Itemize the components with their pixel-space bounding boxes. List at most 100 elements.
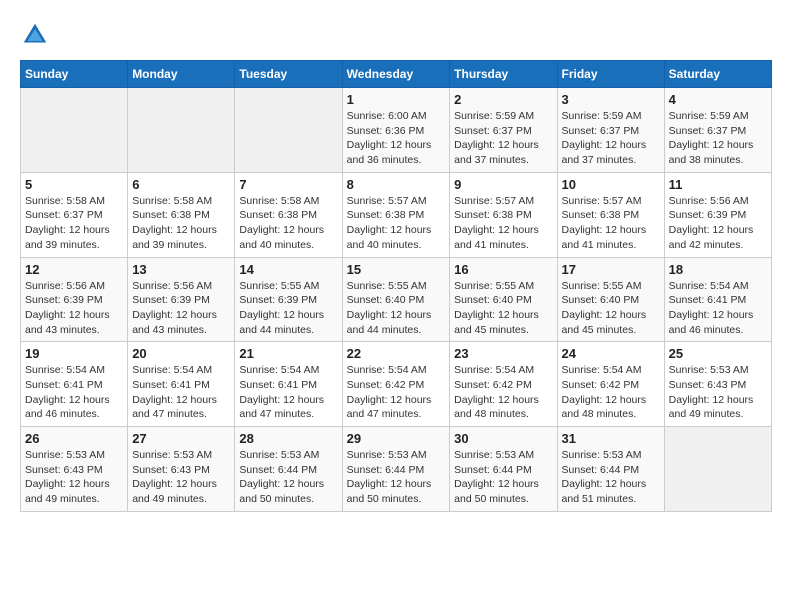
- calendar-cell: 11 Sunrise: 5:56 AMSunset: 6:39 PMDayligh…: [664, 172, 771, 257]
- day-info: Sunrise: 5:55 AMSunset: 6:40 PMDaylight:…: [454, 279, 552, 338]
- day-number: 17: [562, 262, 660, 277]
- day-number: 7: [239, 177, 337, 192]
- day-number: 24: [562, 346, 660, 361]
- day-number: 20: [132, 346, 230, 361]
- calendar-cell: 15 Sunrise: 5:55 AMSunset: 6:40 PMDayligh…: [342, 257, 450, 342]
- weekday-wednesday: Wednesday: [342, 61, 450, 88]
- weekday-sunday: Sunday: [21, 61, 128, 88]
- calendar-cell: 4 Sunrise: 5:59 AMSunset: 6:37 PMDaylight…: [664, 88, 771, 173]
- calendar-cell: [128, 88, 235, 173]
- calendar-cell: 27Sunrise: 5:53 AMSunset: 6:43 PMDayligh…: [128, 427, 235, 512]
- day-info: Sunrise: 5:56 AMSunset: 6:39 PMDaylight:…: [669, 194, 767, 253]
- day-number: 5: [25, 177, 123, 192]
- calendar-body: 1Sunrise: 6:00 AMSunset: 6:36 PMDaylight…: [21, 88, 772, 512]
- weekday-saturday: Saturday: [664, 61, 771, 88]
- logo: [20, 20, 54, 50]
- calendar-table: SundayMondayTuesdayWednesdayThursdayFrid…: [20, 60, 772, 512]
- day-number: 31: [562, 431, 660, 446]
- day-number: 29: [347, 431, 446, 446]
- calendar-cell: 23 Sunrise: 5:54 AMSunset: 6:42 PMDayligh…: [450, 342, 557, 427]
- day-info: Sunrise: 5:53 AMSunset: 6:43 PMDaylight:…: [132, 448, 230, 507]
- calendar-cell: 1Sunrise: 6:00 AMSunset: 6:36 PMDaylight…: [342, 88, 450, 173]
- calendar-cell: 12 Sunrise: 5:56 AMSunset: 6:39 PMDayligh…: [21, 257, 128, 342]
- day-number: 30: [454, 431, 552, 446]
- day-info: Sunrise: 5:54 AMSunset: 6:41 PMDaylight:…: [669, 279, 767, 338]
- day-info: Sunrise: 5:57 AMSunset: 6:38 PMDaylight:…: [454, 194, 552, 253]
- day-info: Sunrise: 5:59 AMSunset: 6:37 PMDaylight:…: [454, 109, 552, 168]
- calendar-cell: 28 Sunrise: 5:53 AMSunset: 6:44 PMDayligh…: [235, 427, 342, 512]
- calendar-cell: 9 Sunrise: 5:57 AMSunset: 6:38 PMDaylight…: [450, 172, 557, 257]
- calendar-cell: 26 Sunrise: 5:53 AMSunset: 6:43 PMDayligh…: [21, 427, 128, 512]
- day-info: Sunrise: 5:56 AMSunset: 6:39 PMDaylight:…: [25, 279, 123, 338]
- calendar-cell: [21, 88, 128, 173]
- calendar-cell: 24 Sunrise: 5:54 AMSunset: 6:42 PMDayligh…: [557, 342, 664, 427]
- day-number: 3: [562, 92, 660, 107]
- day-info: Sunrise: 6:00 AMSunset: 6:36 PMDaylight:…: [347, 109, 446, 168]
- calendar-cell: 8Sunrise: 5:57 AMSunset: 6:38 PMDaylight…: [342, 172, 450, 257]
- day-info: Sunrise: 5:55 AMSunset: 6:40 PMDaylight:…: [562, 279, 660, 338]
- day-info: Sunrise: 5:53 AMSunset: 6:44 PMDaylight:…: [239, 448, 337, 507]
- calendar-cell: 21 Sunrise: 5:54 AMSunset: 6:41 PMDayligh…: [235, 342, 342, 427]
- calendar-header: SundayMondayTuesdayWednesdayThursdayFrid…: [21, 61, 772, 88]
- day-info: Sunrise: 5:53 AMSunset: 6:44 PMDaylight:…: [347, 448, 446, 507]
- day-info: Sunrise: 5:53 AMSunset: 6:44 PMDaylight:…: [454, 448, 552, 507]
- day-info: Sunrise: 5:55 AMSunset: 6:39 PMDaylight:…: [239, 279, 337, 338]
- calendar-week-1: 1Sunrise: 6:00 AMSunset: 6:36 PMDaylight…: [21, 88, 772, 173]
- calendar-cell: 19 Sunrise: 5:54 AMSunset: 6:41 PMDayligh…: [21, 342, 128, 427]
- day-number: 28: [239, 431, 337, 446]
- day-info: Sunrise: 5:54 AMSunset: 6:42 PMDaylight:…: [347, 363, 446, 422]
- calendar-week-3: 12 Sunrise: 5:56 AMSunset: 6:39 PMDayligh…: [21, 257, 772, 342]
- day-info: Sunrise: 5:53 AMSunset: 6:43 PMDaylight:…: [669, 363, 767, 422]
- day-info: Sunrise: 5:55 AMSunset: 6:40 PMDaylight:…: [347, 279, 446, 338]
- calendar-cell: [235, 88, 342, 173]
- day-info: Sunrise: 5:53 AMSunset: 6:43 PMDaylight:…: [25, 448, 123, 507]
- day-info: Sunrise: 5:59 AMSunset: 6:37 PMDaylight:…: [562, 109, 660, 168]
- day-number: 21: [239, 346, 337, 361]
- day-info: Sunrise: 5:58 AMSunset: 6:38 PMDaylight:…: [132, 194, 230, 253]
- day-number: 23: [454, 346, 552, 361]
- day-number: 18: [669, 262, 767, 277]
- weekday-tuesday: Tuesday: [235, 61, 342, 88]
- day-number: 26: [25, 431, 123, 446]
- day-number: 22: [347, 346, 446, 361]
- calendar-cell: 17 Sunrise: 5:55 AMSunset: 6:40 PMDayligh…: [557, 257, 664, 342]
- day-info: Sunrise: 5:54 AMSunset: 6:41 PMDaylight:…: [25, 363, 123, 422]
- day-number: 9: [454, 177, 552, 192]
- logo-icon: [20, 20, 50, 50]
- calendar-cell: 30 Sunrise: 5:53 AMSunset: 6:44 PMDayligh…: [450, 427, 557, 512]
- calendar-cell: 18 Sunrise: 5:54 AMSunset: 6:41 PMDayligh…: [664, 257, 771, 342]
- day-info: Sunrise: 5:58 AMSunset: 6:38 PMDaylight:…: [239, 194, 337, 253]
- day-info: Sunrise: 5:59 AMSunset: 6:37 PMDaylight:…: [669, 109, 767, 168]
- day-number: 19: [25, 346, 123, 361]
- calendar-cell: 22 Sunrise: 5:54 AMSunset: 6:42 PMDayligh…: [342, 342, 450, 427]
- calendar-cell: 16Sunrise: 5:55 AMSunset: 6:40 PMDayligh…: [450, 257, 557, 342]
- day-info: Sunrise: 5:54 AMSunset: 6:41 PMDaylight:…: [239, 363, 337, 422]
- calendar-cell: 10Sunrise: 5:57 AMSunset: 6:38 PMDayligh…: [557, 172, 664, 257]
- calendar-week-5: 26 Sunrise: 5:53 AMSunset: 6:43 PMDayligh…: [21, 427, 772, 512]
- day-info: Sunrise: 5:54 AMSunset: 6:42 PMDaylight:…: [562, 363, 660, 422]
- calendar-cell: [664, 427, 771, 512]
- calendar-cell: 6 Sunrise: 5:58 AMSunset: 6:38 PMDaylight…: [128, 172, 235, 257]
- day-number: 6: [132, 177, 230, 192]
- day-number: 13: [132, 262, 230, 277]
- calendar-cell: 20Sunrise: 5:54 AMSunset: 6:41 PMDayligh…: [128, 342, 235, 427]
- day-number: 12: [25, 262, 123, 277]
- day-number: 4: [669, 92, 767, 107]
- day-number: 8: [347, 177, 446, 192]
- calendar-week-2: 5 Sunrise: 5:58 AMSunset: 6:37 PMDaylight…: [21, 172, 772, 257]
- weekday-friday: Friday: [557, 61, 664, 88]
- day-info: Sunrise: 5:58 AMSunset: 6:37 PMDaylight:…: [25, 194, 123, 253]
- calendar-cell: 13Sunrise: 5:56 AMSunset: 6:39 PMDayligh…: [128, 257, 235, 342]
- weekday-header-row: SundayMondayTuesdayWednesdayThursdayFrid…: [21, 61, 772, 88]
- calendar-cell: 2 Sunrise: 5:59 AMSunset: 6:37 PMDaylight…: [450, 88, 557, 173]
- page-header: [20, 20, 772, 50]
- day-number: 25: [669, 346, 767, 361]
- day-number: 2: [454, 92, 552, 107]
- day-number: 11: [669, 177, 767, 192]
- calendar-cell: 31Sunrise: 5:53 AMSunset: 6:44 PMDayligh…: [557, 427, 664, 512]
- calendar-cell: 25 Sunrise: 5:53 AMSunset: 6:43 PMDayligh…: [664, 342, 771, 427]
- weekday-monday: Monday: [128, 61, 235, 88]
- day-number: 15: [347, 262, 446, 277]
- day-info: Sunrise: 5:57 AMSunset: 6:38 PMDaylight:…: [562, 194, 660, 253]
- day-info: Sunrise: 5:54 AMSunset: 6:42 PMDaylight:…: [454, 363, 552, 422]
